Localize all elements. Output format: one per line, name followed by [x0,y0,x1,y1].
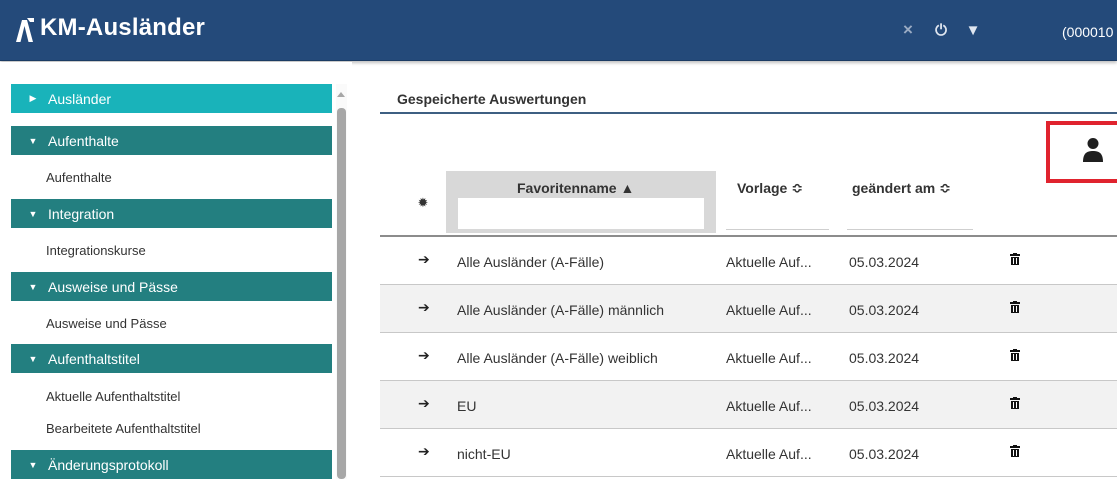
arrow-right-icon[interactable]: ➔ [418,299,430,316]
cell-vorlage: Aktuelle Auf... [726,350,812,366]
trash-icon[interactable] [1009,349,1021,361]
geaendert-filter-input[interactable] [847,229,973,230]
arrow-right-icon[interactable]: ➔ [418,395,430,412]
section-title: Gespeicherte Auswertungen [397,91,587,107]
nav-group-label: Aufenthalte [48,132,119,149]
table-row: ➔ Alle Ausländer (A-Fälle) Aktuelle Auf.… [380,237,1117,285]
cell-vorlage: Aktuelle Auf... [726,302,812,318]
sidebar: ▶ Ausländer ▼ Aufenthalte Aufenthalte ▼ … [0,62,352,479]
main-content: Gespeicherte Auswertungen ✹ Favoritennam… [380,62,1117,479]
arrow-right-icon[interactable]: ➔ [418,251,430,268]
nav-group-ausweise[interactable]: ▼ Ausweise und Pässe [11,272,332,301]
caret-down-icon: ▼ [28,353,38,364]
sort-favoritenname[interactable]: Favoritenname ▲ [517,180,634,196]
vorlage-filter-input[interactable] [726,229,829,230]
nav-item-ausweise[interactable]: Ausweise und Pässe [46,316,167,331]
nav-group-label: Integration [48,205,115,222]
nav-item-aktuelle-aufenthaltstitel[interactable]: Aktuelle Aufenthaltstitel [46,389,180,404]
nav-group-integration[interactable]: ▼ Integration [11,199,332,228]
cell-favoritenname[interactable]: EU [457,398,476,414]
caret-right-icon: ▶ [29,93,37,103]
user-button[interactable] [1046,121,1117,183]
table-row: ➔ nicht-EU Aktuelle Auf... 05.03.2024 [380,429,1117,477]
caret-down-icon: ▼ [28,459,38,470]
cell-geaendert-am: 05.03.2024 [849,254,920,270]
caret-down-icon: ▼ [28,281,38,292]
user-id[interactable]: (000010 [1062,24,1113,40]
gear-icon[interactable]: ✹ [416,195,430,210]
nav-group-label: Ausländer [48,90,112,107]
scroll-up-arrow-icon[interactable] [337,92,345,97]
cell-vorlage: Aktuelle Auf... [726,398,812,414]
trash-icon[interactable] [1009,253,1021,265]
arrow-right-icon[interactable]: ➔ [418,443,430,460]
cell-vorlage: Aktuelle Auf... [726,446,812,462]
user-icon [1083,138,1103,162]
nav-group-label: Ausweise und Pässe [48,278,178,295]
close-icon[interactable]: × [898,20,918,40]
table-row: ➔ EU Aktuelle Auf... 05.03.2024 [380,381,1117,429]
sort-geaendert-am[interactable]: geändert am ≎ [852,180,951,197]
nav-item-bearbeitete-aufenthaltstitel[interactable]: Bearbeitete Aufenthaltstitel [46,421,201,436]
cell-geaendert-am: 05.03.2024 [849,302,920,318]
table-row: ➔ Alle Ausländer (A-Fälle) weiblich Aktu… [380,333,1117,381]
favoritenname-filter-input[interactable] [458,198,704,229]
arrow-right-icon[interactable]: ➔ [418,347,430,364]
app-title: KM-Ausländer [40,14,206,41]
cell-geaendert-am: 05.03.2024 [849,446,920,462]
triangle-down-icon[interactable]: ▼ [963,20,983,40]
sort-vorlage[interactable]: Vorlage ≎ [737,180,803,197]
column-header-favoritenname: Favoritenname ▲ [446,171,716,233]
cell-vorlage: Aktuelle Auf... [726,254,812,270]
nav-group-label: Aufenthaltstitel [48,350,140,367]
nav-item-integrationskurse[interactable]: Integrationskurse [46,243,146,258]
caret-down-icon: ▼ [28,208,38,219]
cell-favoritenname[interactable]: Alle Ausländer (A-Fälle) weiblich [457,350,658,366]
cell-favoritenname[interactable]: Alle Ausländer (A-Fälle) männlich [457,302,664,318]
nav-group-aenderungsprotokoll[interactable]: ▼ Änderungsprotokoll [11,450,332,479]
cell-favoritenname[interactable]: Alle Ausländer (A-Fälle) [457,254,604,270]
section-divider [380,112,1117,114]
nav-group-label: Änderungsprotokoll [48,456,169,473]
power-icon[interactable]: ⏻ [931,20,951,40]
table-row: ➔ Alle Ausländer (A-Fälle) männlich Aktu… [380,285,1117,333]
cell-favoritenname[interactable]: nicht-EU [457,446,511,462]
nav-item-aufenthalte[interactable]: Aufenthalte [46,170,112,185]
cell-geaendert-am: 05.03.2024 [849,350,920,366]
app-header: KM-Ausländer × ⏻ ▼ (000010 [0,0,1117,61]
trash-icon[interactable] [1009,301,1021,313]
cell-geaendert-am: 05.03.2024 [849,398,920,414]
trash-icon[interactable] [1009,445,1021,457]
logo-a-icon [16,18,34,42]
nav-group-aufenthalte[interactable]: ▼ Aufenthalte [11,126,332,155]
nav-group-aufenthaltstitel[interactable]: ▼ Aufenthaltstitel [11,344,332,373]
nav-group-auslaender[interactable]: ▶ Ausländer [11,84,332,113]
caret-down-icon: ▼ [28,135,38,146]
sidebar-scrollbar-thumb[interactable] [337,108,346,479]
trash-icon[interactable] [1009,397,1021,409]
